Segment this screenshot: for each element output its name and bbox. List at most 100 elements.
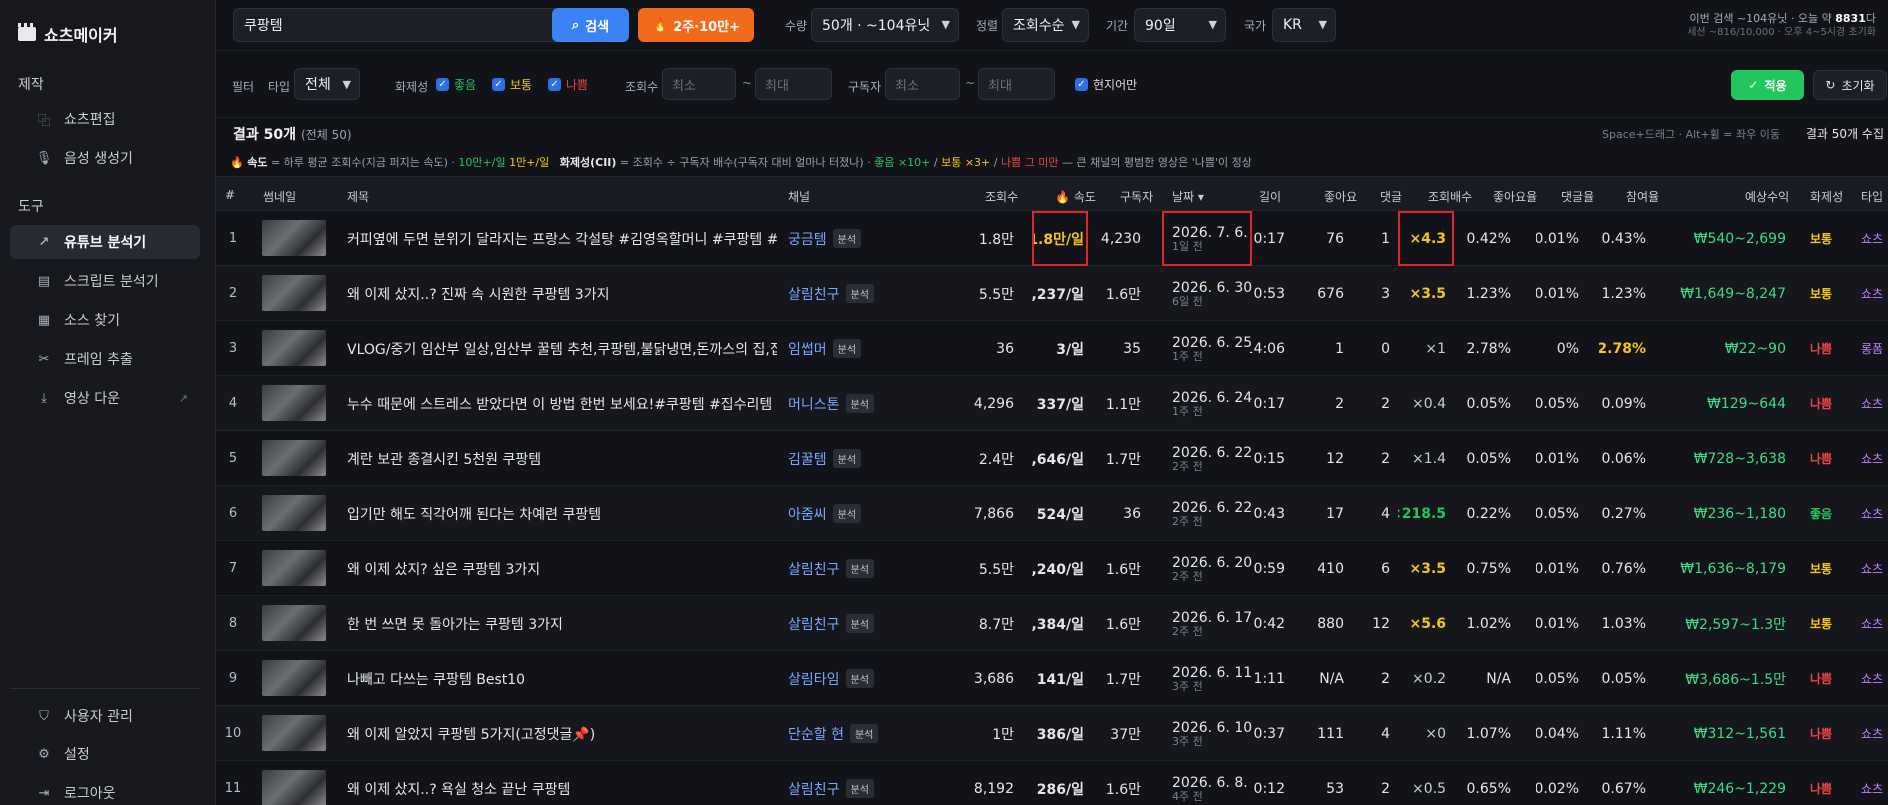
video-title[interactable]: 한 번 쓰면 못 돌아가는 쿠팡템 3가지 [347,596,777,651]
channel-link[interactable]: 살림친구 [788,284,840,304]
video-thumbnail[interactable] [262,275,326,311]
channel-link[interactable]: 살림친구 [788,559,840,579]
analyze-button[interactable]: 분석 [845,284,874,303]
period-select[interactable]: 90일 ▼ [1134,8,1226,42]
channel-link[interactable]: 머니스톤 [788,394,840,414]
col-views[interactable]: 조회수 [985,188,1018,205]
col-date[interactable]: 날짜 ▾ [1172,188,1204,205]
video-title[interactable]: 커피옆에 두면 분위기 달라지는 프랑스 각설탕 #김영옥할머니 #쿠팡템 #쿠… [347,211,777,266]
video-title[interactable]: 입기만 해도 직각어깨 된다는 차예련 쿠팡템 [347,486,777,541]
sort-select[interactable]: 조회수순 ▼ [1002,8,1089,42]
channel-link[interactable]: 임썹머 [788,339,827,359]
type-select[interactable]: 전체 ▼ [294,68,360,100]
col-speed[interactable]: 🔥 속도 [1055,188,1096,205]
col-ratio[interactable]: 조회배수 [1428,188,1472,205]
video-thumbnail[interactable] [262,770,326,805]
apply-button[interactable]: ✓ 적용 [1731,70,1804,100]
video-title[interactable]: 계란 보관 종결시킨 5천원 쿠팡템 [347,431,777,486]
col-channel[interactable]: 채널 [788,188,810,205]
table-row[interactable]: 1 커피옆에 두면 분위기 달라지는 프랑스 각설탕 #김영옥할머니 #쿠팡템 #… [216,211,1888,266]
video-title[interactable]: 왜 이제 샀지..? 진짜 속 시원한 쿠팡템 3가지 [347,266,777,321]
nav-item-user-management[interactable]: ⛉ 사용자 관리 [10,699,200,733]
analyze-button[interactable]: 분석 [832,229,862,248]
col-comment-rate[interactable]: 댓글율 [1561,188,1594,205]
video-thumbnail[interactable] [262,495,326,531]
analyze-button[interactable]: 분석 [832,339,862,358]
col-title[interactable]: 제목 [347,188,369,205]
nav-item-script-analyzer[interactable]: ▤ 스크립트 분석기 [10,264,200,298]
local-only-checkbox[interactable]: ✓ 현지어만 [1075,76,1137,93]
channel-link[interactable]: 김꿀템 [788,449,827,469]
analyze-button[interactable]: 분석 [845,614,874,633]
search-button[interactable]: ⌕ 검색 [552,8,629,42]
subs-min-input[interactable]: 최소 [885,68,960,100]
table-row[interactable]: 2 왜 이제 샀지..? 진짜 속 시원한 쿠팡템 3가지 살림친구 분석 5.5만 8,… [216,266,1888,321]
analyze-button[interactable]: 분석 [832,449,862,468]
video-title[interactable]: VLOG/중기 임산부 일상,임산부 꿀템 추천,쿠팡템,불닭냉면,돈까스의 집… [347,321,777,376]
col-type[interactable]: 타입 [1861,188,1883,205]
table-row[interactable]: 7 왜 이제 샀지? 싶은 쿠팡템 3가지 살림친구 분석 5.5만 3,240/일 1.6… [216,541,1888,596]
table-row[interactable]: 4 누수 때문에 스트레스 받았다면 이 방법 한번 보세요!#쿠팡템 #집수리템… [216,376,1888,431]
country-select[interactable]: KR ▼ [1272,8,1336,42]
col-subscribers[interactable]: 구독자 [1120,188,1153,205]
video-thumbnail[interactable] [262,715,326,751]
video-title[interactable]: 왜 이제 샀지? 싶은 쿠팡템 3가지 [347,541,777,596]
video-thumbnail[interactable] [262,330,326,366]
col-length[interactable]: 길이 [1259,188,1281,205]
hot-filter-button[interactable]: 🔥 2주·10만+ [638,8,754,42]
col-like-rate[interactable]: 좋아요율 [1493,188,1537,205]
channel-link[interactable]: 살림친구 [788,779,840,799]
views-min-input[interactable]: 최소 [662,68,736,100]
video-title[interactable]: 왜 이제 샀지..? 욕실 청소 끝난 쿠팡템 [347,761,777,805]
nav-item-shorts-edit[interactable]: ⿻ 쇼츠편집 [10,102,200,136]
nav-item-voice-generator[interactable]: 🎙 음성 생성기 [10,141,200,175]
reset-button[interactable]: ↻ 초기화 [1813,70,1887,100]
video-thumbnail[interactable] [262,220,326,256]
video-thumbnail[interactable] [262,605,326,641]
analyze-button[interactable]: 분석 [845,559,874,578]
channel-link[interactable]: 살림친구 [788,614,840,634]
channel-link[interactable]: 궁금템 [788,229,827,249]
channel-link[interactable]: 살림타임 [788,669,840,689]
collect-results-button[interactable]: 결과 50개 수집 [1806,125,1884,142]
video-thumbnail[interactable] [262,660,326,696]
channel-link[interactable]: 아줌씨 [788,504,827,524]
table-row[interactable]: 11 왜 이제 샀지..? 욕실 청소 끝난 쿠팡템 살림친구 분석 8,192 286/… [216,761,1888,805]
qty-select[interactable]: 50개 · ~104유닛 ▼ [811,8,959,42]
channel-link[interactable]: 단순할 현 [788,724,844,744]
app-logo[interactable]: 쇼츠메이커 [18,22,118,46]
table-row[interactable]: 10 왜 이제 알았지 쿠팡템 5가지(고정댓글📌) 단순할 현 분석 1만 386/일 3… [216,706,1888,761]
search-input[interactable]: 쿠팡템 [233,8,560,42]
analyze-button[interactable]: 분석 [832,504,862,523]
col-engagement[interactable]: 참여율 [1626,188,1659,205]
col-likes[interactable]: 좋아요 [1324,188,1357,205]
nav-item-source-finder[interactable]: ▦ 소스 찾기 [10,303,200,337]
topic-bad-checkbox[interactable]: ✓ 나쁨 [548,76,588,93]
col-topic[interactable]: 화제성 [1810,188,1843,205]
nav-item-video-download[interactable]: ⤓ 영상 다운 ↗ [10,381,200,415]
table-row[interactable]: 8 한 번 쓰면 못 돌아가는 쿠팡템 3가지 살림친구 분석 8.7만 4,384/일 1… [216,596,1888,651]
video-title[interactable]: 왜 이제 알았지 쿠팡템 5가지(고정댓글📌) [347,706,777,761]
video-title[interactable]: 누수 때문에 스트레스 받았다면 이 방법 한번 보세요!#쿠팡템 #집수리템 … [347,376,777,431]
table-row[interactable]: 5 계란 보관 종결시킨 5천원 쿠팡템 김꿀템 분석 2.4만 1,646/일 1.7만 2… [216,431,1888,486]
analyze-button[interactable]: 분석 [845,779,874,798]
nav-item-settings[interactable]: ⚙ 설정 [10,737,200,771]
table-row[interactable]: 9 나빼고 다쓰는 쿠팡템 Best10 살림타임 분석 3,686 141/일 1.7만 2… [216,651,1888,706]
col-comments[interactable]: 댓글 [1380,188,1402,205]
analyze-button[interactable]: 분석 [849,724,879,743]
video-thumbnail[interactable] [262,440,326,476]
table-row[interactable]: 3 VLOG/중기 임산부 일상,임산부 꿀템 추천,쿠팡템,불닭냉면,돈까스의 … [216,321,1888,376]
views-max-input[interactable]: 최대 [755,68,832,100]
topic-good-checkbox[interactable]: ✓ 좋음 [436,76,476,93]
nav-item-frame-extract[interactable]: ✂ 프레임 추출 [10,342,200,376]
table-row[interactable]: 6 입기만 해도 직각어깨 된다는 차예련 쿠팡템 아줌씨 분석 7,866 524/일 3… [216,486,1888,541]
topic-normal-checkbox[interactable]: ✓ 보통 [492,76,532,93]
nav-item-logout[interactable]: ⇥ 로그아웃 [10,776,200,805]
video-title[interactable]: 나빼고 다쓰는 쿠팡템 Best10 [347,651,777,706]
nav-item-youtube-analyzer[interactable]: ↗ 유튜브 분석기 [10,225,200,259]
analyze-button[interactable]: 분석 [845,394,874,413]
video-thumbnail[interactable] [262,385,326,421]
video-thumbnail[interactable] [262,550,326,586]
col-revenue[interactable]: 예상수익 [1745,188,1789,205]
subs-max-input[interactable]: 최대 [978,68,1055,100]
